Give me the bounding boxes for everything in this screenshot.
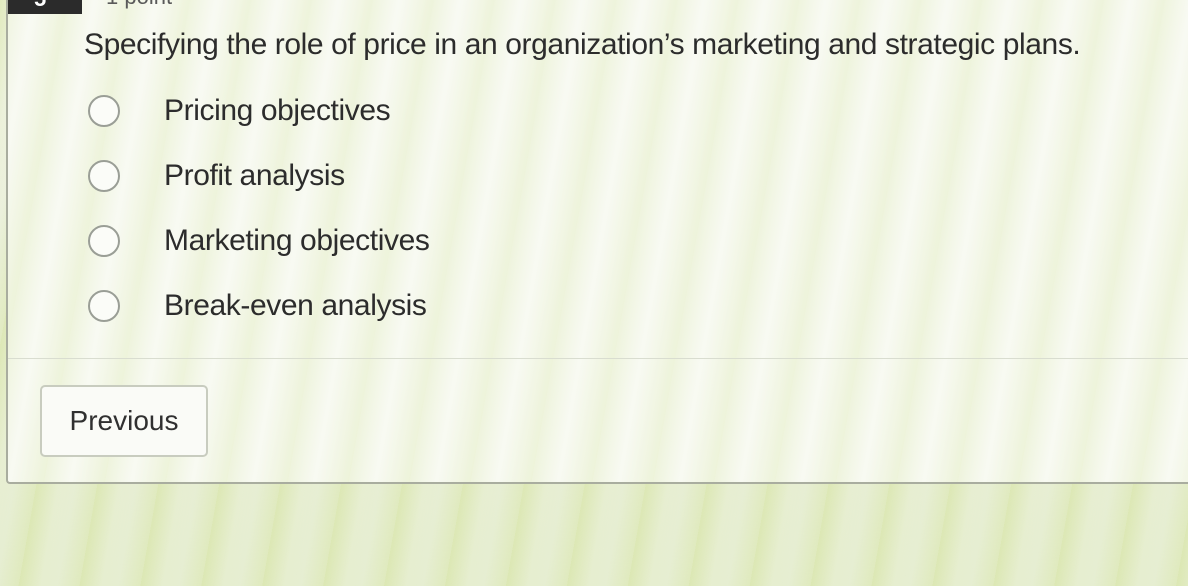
- answer-option[interactable]: Break-even analysis: [88, 273, 429, 338]
- radio-button[interactable]: [88, 159, 120, 192]
- answer-option[interactable]: Pricing objectives: [88, 78, 429, 143]
- option-label: Pricing objectives: [164, 93, 391, 127]
- question-number: 5: [34, 0, 46, 12]
- option-label: Break-even analysis: [164, 288, 427, 322]
- question-number-badge: 5: [8, 0, 82, 14]
- option-label: Marketing objectives: [164, 223, 430, 257]
- radio-button[interactable]: [88, 289, 120, 322]
- section-divider: [8, 358, 1188, 359]
- radio-button[interactable]: [88, 224, 120, 257]
- option-label: Profit analysis: [164, 158, 345, 192]
- points-label: 1 point: [106, 0, 172, 10]
- question-text: Specifying the role of price in an organ…: [84, 28, 1081, 61]
- answer-option[interactable]: Profit analysis: [88, 143, 429, 208]
- radio-button[interactable]: [88, 94, 120, 127]
- previous-button[interactable]: Previous: [40, 385, 208, 457]
- answer-option[interactable]: Marketing objectives: [88, 208, 430, 273]
- answer-options: Pricing objectives Profit analysis Marke…: [88, 78, 430, 338]
- question-panel: 5 1 point Specifying the role of price i…: [6, 0, 1188, 484]
